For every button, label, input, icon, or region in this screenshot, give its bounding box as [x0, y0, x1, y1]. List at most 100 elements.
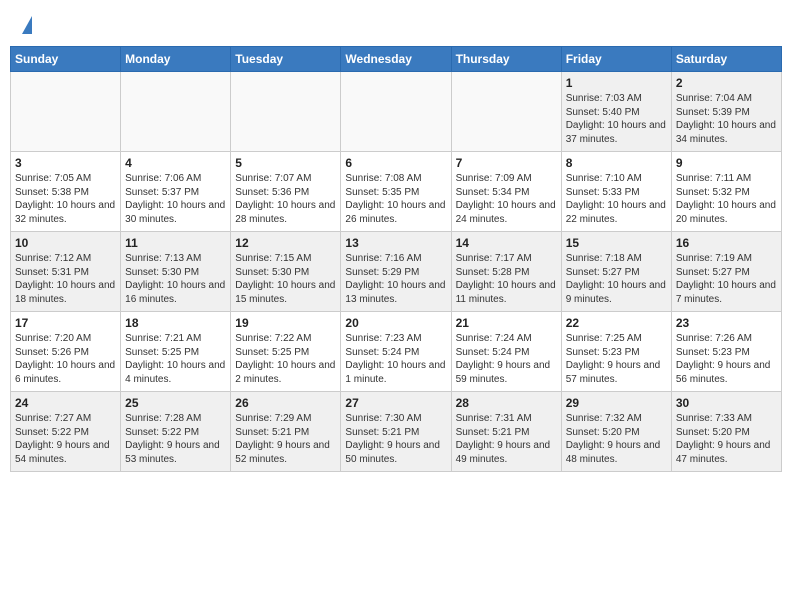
calendar-cell: 14 Sunrise: 7:17 AM Sunset: 5:28 PM Dayli…: [451, 232, 561, 312]
day-info: Sunrise: 7:16 AM Sunset: 5:29 PM Dayligh…: [345, 252, 446, 306]
day-number: 11: [125, 236, 226, 250]
day-number: 25: [125, 396, 226, 410]
day-number: 12: [235, 236, 336, 250]
day-info: Sunrise: 7:28 AM Sunset: 5:22 PM Dayligh…: [125, 412, 226, 466]
calendar-cell: 20 Sunrise: 7:23 AM Sunset: 5:24 PM Dayli…: [341, 312, 451, 392]
calendar-week-row: 3 Sunrise: 7:05 AM Sunset: 5:38 PM Daylig…: [11, 152, 782, 232]
day-number: 26: [235, 396, 336, 410]
day-number: 13: [345, 236, 446, 250]
calendar-cell: 19 Sunrise: 7:22 AM Sunset: 5:25 PM Dayli…: [231, 312, 341, 392]
day-info: Sunrise: 7:15 AM Sunset: 5:30 PM Dayligh…: [235, 252, 336, 306]
calendar-cell: 27 Sunrise: 7:30 AM Sunset: 5:21 PM Dayli…: [341, 392, 451, 472]
calendar-cell: 25 Sunrise: 7:28 AM Sunset: 5:22 PM Dayli…: [121, 392, 231, 472]
day-info: Sunrise: 7:24 AM Sunset: 5:24 PM Dayligh…: [456, 332, 557, 386]
calendar-cell: 23 Sunrise: 7:26 AM Sunset: 5:23 PM Dayli…: [671, 312, 781, 392]
day-info: Sunrise: 7:21 AM Sunset: 5:25 PM Dayligh…: [125, 332, 226, 386]
calendar-header-row: SundayMondayTuesdayWednesdayThursdayFrid…: [11, 47, 782, 72]
calendar-cell: 18 Sunrise: 7:21 AM Sunset: 5:25 PM Dayli…: [121, 312, 231, 392]
calendar-week-row: 17 Sunrise: 7:20 AM Sunset: 5:26 PM Dayli…: [11, 312, 782, 392]
calendar-cell: 24 Sunrise: 7:27 AM Sunset: 5:22 PM Dayli…: [11, 392, 121, 472]
calendar-cell: 30Sunrise: 7:33 AM Sunset: 5:20 PM Dayli…: [671, 392, 781, 472]
calendar-cell: 22 Sunrise: 7:25 AM Sunset: 5:23 PM Dayli…: [561, 312, 671, 392]
day-info: Sunrise: 7:23 AM Sunset: 5:24 PM Dayligh…: [345, 332, 446, 386]
calendar-header-tuesday: Tuesday: [231, 47, 341, 72]
calendar-header-thursday: Thursday: [451, 47, 561, 72]
calendar-cell: 6 Sunrise: 7:08 AM Sunset: 5:35 PM Daylig…: [341, 152, 451, 232]
day-number: 16: [676, 236, 777, 250]
day-number: 5: [235, 156, 336, 170]
day-number: 9: [676, 156, 777, 170]
calendar-header-friday: Friday: [561, 47, 671, 72]
calendar-cell: 12 Sunrise: 7:15 AM Sunset: 5:30 PM Dayli…: [231, 232, 341, 312]
day-number: 17: [15, 316, 116, 330]
calendar-cell: [121, 72, 231, 152]
day-info: Sunrise: 7:22 AM Sunset: 5:25 PM Dayligh…: [235, 332, 336, 386]
calendar-cell: [231, 72, 341, 152]
logo-triangle-icon: [22, 16, 32, 34]
day-info: Sunrise: 7:30 AM Sunset: 5:21 PM Dayligh…: [345, 412, 446, 466]
day-number: 8: [566, 156, 667, 170]
calendar-cell: 1 Sunrise: 7:03 AM Sunset: 5:40 PM Daylig…: [561, 72, 671, 152]
day-info: Sunrise: 7:12 AM Sunset: 5:31 PM Dayligh…: [15, 252, 116, 306]
day-number: 3: [15, 156, 116, 170]
day-info: Sunrise: 7:17 AM Sunset: 5:28 PM Dayligh…: [456, 252, 557, 306]
logo: [18, 14, 32, 34]
calendar-table: SundayMondayTuesdayWednesdayThursdayFrid…: [10, 46, 782, 472]
day-info: Sunrise: 7:18 AM Sunset: 5:27 PM Dayligh…: [566, 252, 667, 306]
day-number: 20: [345, 316, 446, 330]
day-info: Sunrise: 7:06 AM Sunset: 5:37 PM Dayligh…: [125, 172, 226, 226]
calendar-week-row: 10 Sunrise: 7:12 AM Sunset: 5:31 PM Dayli…: [11, 232, 782, 312]
calendar-header-sunday: Sunday: [11, 47, 121, 72]
day-info: Sunrise: 7:04 AM Sunset: 5:39 PM Dayligh…: [676, 92, 777, 146]
day-number: 28: [456, 396, 557, 410]
day-info: Sunrise: 7:25 AM Sunset: 5:23 PM Dayligh…: [566, 332, 667, 386]
day-number: 4: [125, 156, 226, 170]
day-number: 1: [566, 76, 667, 90]
calendar-cell: 28 Sunrise: 7:31 AM Sunset: 5:21 PM Dayli…: [451, 392, 561, 472]
day-number: 2: [676, 76, 777, 90]
day-number: 10: [15, 236, 116, 250]
calendar-cell: 9 Sunrise: 7:11 AM Sunset: 5:32 PM Daylig…: [671, 152, 781, 232]
day-info: Sunrise: 7:19 AM Sunset: 5:27 PM Dayligh…: [676, 252, 777, 306]
day-number: 6: [345, 156, 446, 170]
day-number: 15: [566, 236, 667, 250]
day-number: 30: [676, 396, 777, 410]
calendar-cell: 16 Sunrise: 7:19 AM Sunset: 5:27 PM Dayli…: [671, 232, 781, 312]
day-info: Sunrise: 7:13 AM Sunset: 5:30 PM Dayligh…: [125, 252, 226, 306]
day-info: Sunrise: 7:32 AM Sunset: 5:20 PM Dayligh…: [566, 412, 667, 466]
day-number: 24: [15, 396, 116, 410]
calendar-header-wednesday: Wednesday: [341, 47, 451, 72]
day-number: 7: [456, 156, 557, 170]
day-info: Sunrise: 7:07 AM Sunset: 5:36 PM Dayligh…: [235, 172, 336, 226]
day-info: Sunrise: 7:29 AM Sunset: 5:21 PM Dayligh…: [235, 412, 336, 466]
day-info: Sunrise: 7:08 AM Sunset: 5:35 PM Dayligh…: [345, 172, 446, 226]
day-number: 27: [345, 396, 446, 410]
day-info: Sunrise: 7:31 AM Sunset: 5:21 PM Dayligh…: [456, 412, 557, 466]
calendar-cell: 17 Sunrise: 7:20 AM Sunset: 5:26 PM Dayli…: [11, 312, 121, 392]
day-info: Sunrise: 7:03 AM Sunset: 5:40 PM Dayligh…: [566, 92, 667, 146]
calendar-cell: 26 Sunrise: 7:29 AM Sunset: 5:21 PM Dayli…: [231, 392, 341, 472]
day-number: 29: [566, 396, 667, 410]
day-info: Sunrise: 7:26 AM Sunset: 5:23 PM Dayligh…: [676, 332, 777, 386]
day-info: Sunrise: 7:10 AM Sunset: 5:33 PM Dayligh…: [566, 172, 667, 226]
day-number: 22: [566, 316, 667, 330]
day-number: 23: [676, 316, 777, 330]
calendar-cell: [451, 72, 561, 152]
day-info: Sunrise: 7:05 AM Sunset: 5:38 PM Dayligh…: [15, 172, 116, 226]
day-info: Sunrise: 7:09 AM Sunset: 5:34 PM Dayligh…: [456, 172, 557, 226]
day-info: Sunrise: 7:20 AM Sunset: 5:26 PM Dayligh…: [15, 332, 116, 386]
calendar-header-saturday: Saturday: [671, 47, 781, 72]
calendar-cell: 10 Sunrise: 7:12 AM Sunset: 5:31 PM Dayli…: [11, 232, 121, 312]
calendar-cell: 7 Sunrise: 7:09 AM Sunset: 5:34 PM Daylig…: [451, 152, 561, 232]
calendar-cell: 8 Sunrise: 7:10 AM Sunset: 5:33 PM Daylig…: [561, 152, 671, 232]
day-number: 14: [456, 236, 557, 250]
calendar-cell: 15 Sunrise: 7:18 AM Sunset: 5:27 PM Dayli…: [561, 232, 671, 312]
calendar-cell: 4 Sunrise: 7:06 AM Sunset: 5:37 PM Daylig…: [121, 152, 231, 232]
calendar-cell: 3 Sunrise: 7:05 AM Sunset: 5:38 PM Daylig…: [11, 152, 121, 232]
calendar-cell: [11, 72, 121, 152]
day-info: Sunrise: 7:27 AM Sunset: 5:22 PM Dayligh…: [15, 412, 116, 466]
day-info: Sunrise: 7:11 AM Sunset: 5:32 PM Dayligh…: [676, 172, 777, 226]
calendar-cell: 5 Sunrise: 7:07 AM Sunset: 5:36 PM Daylig…: [231, 152, 341, 232]
day-number: 19: [235, 316, 336, 330]
day-number: 18: [125, 316, 226, 330]
